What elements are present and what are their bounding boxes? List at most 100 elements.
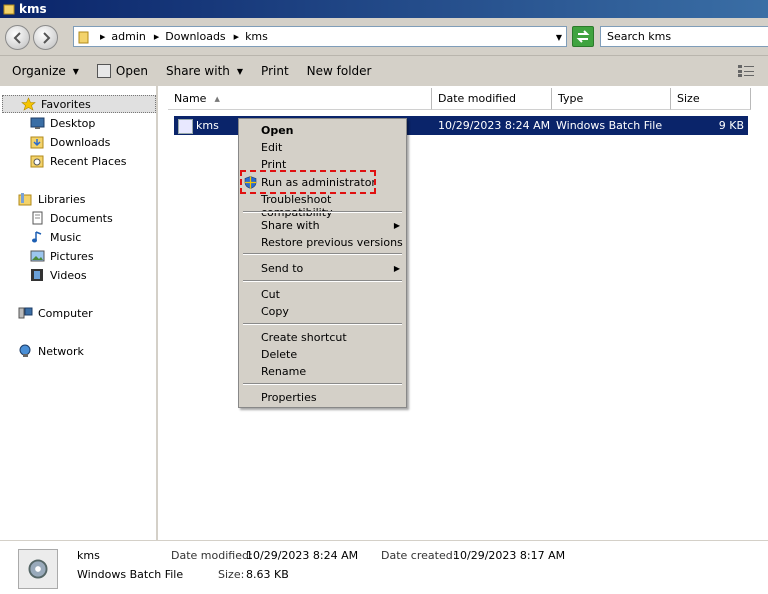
forward-button[interactable] xyxy=(33,25,58,50)
menu-label: Open xyxy=(261,124,294,137)
menu-label: Delete xyxy=(261,348,298,361)
menu-item-rename[interactable]: Rename xyxy=(261,365,306,378)
documents-icon xyxy=(32,211,43,225)
file-type: Windows Batch File xyxy=(556,119,663,132)
menu-label: Properties xyxy=(261,391,317,404)
star-icon xyxy=(21,97,36,111)
menu-label: Restore previous versions xyxy=(261,236,403,249)
nav-label: Pictures xyxy=(50,249,94,263)
search-input[interactable]: Search kms xyxy=(600,26,768,47)
file-size: 9 KB xyxy=(718,119,744,132)
details-date-modified-label: Date modified: xyxy=(171,549,253,562)
refresh-button[interactable] xyxy=(572,26,594,47)
breadcrumb-label: Downloads xyxy=(165,30,226,43)
menu-label: Edit xyxy=(261,141,283,154)
organize-button[interactable]: Organize ▼ xyxy=(12,64,79,78)
window-title: kms xyxy=(19,2,47,16)
menu-item-copy[interactable]: Copy xyxy=(261,305,289,318)
new-folder-button[interactable]: New folder xyxy=(307,64,372,78)
submenu-arrow-icon: ▶ xyxy=(393,221,400,230)
menu-separator xyxy=(243,253,402,255)
nav-computer[interactable]: Computer xyxy=(18,306,93,320)
breadcrumb-label: admin xyxy=(111,30,146,43)
details-size: 8.63 KB xyxy=(246,568,289,581)
nav-label: Favorites xyxy=(41,97,91,111)
nav-favorites[interactable]: Favorites xyxy=(2,95,156,113)
breadcrumb-kms[interactable]: ▶ kms xyxy=(234,30,268,43)
refresh-icon xyxy=(576,30,590,43)
nav-pictures[interactable]: Pictures xyxy=(30,249,94,263)
submenu-arrow-icon: ▶ xyxy=(393,264,400,273)
nav-recent-places[interactable]: Recent Places xyxy=(30,154,127,168)
column-label: Size xyxy=(677,92,700,105)
nav-label: Music xyxy=(50,230,82,244)
music-icon xyxy=(32,231,42,243)
column-header-size[interactable]: Size xyxy=(671,88,751,110)
command-bar: Organize ▼ Open Share with ▼ Print New fol… xyxy=(0,56,768,86)
menu-label: Cut xyxy=(261,288,280,301)
column-header-name[interactable]: Name ▲ xyxy=(168,88,432,110)
chevron-right-icon: ▶ xyxy=(100,32,106,41)
nav-network[interactable]: Network xyxy=(18,344,84,358)
menu-item-open[interactable]: Open xyxy=(261,124,294,137)
folder-icon xyxy=(78,31,89,43)
open-label: Open xyxy=(115,64,148,78)
details-file-type: Windows Batch File xyxy=(77,568,184,581)
forward-arrow-icon xyxy=(43,32,51,44)
nav-label: Desktop xyxy=(50,116,96,130)
details-date-created-label: Date created: xyxy=(381,549,457,562)
nav-label: Computer xyxy=(38,306,93,320)
menu-item-send-to[interactable]: Send to xyxy=(261,262,303,275)
breadcrumb-admin[interactable]: ▶ admin xyxy=(100,30,146,43)
breadcrumb-downloads[interactable]: ▶ Downloads xyxy=(154,30,226,43)
menu-label: Troubleshoot compatibility xyxy=(261,193,333,219)
nav-desktop[interactable]: Desktop xyxy=(30,116,95,130)
back-button[interactable] xyxy=(5,25,30,50)
print-label: Print xyxy=(261,64,289,78)
nav-label: Documents xyxy=(50,211,113,225)
column-header-type[interactable]: Type xyxy=(552,88,671,110)
nav-music[interactable]: Music xyxy=(30,230,81,244)
view-options-icon[interactable] xyxy=(738,65,754,77)
nav-label: Videos xyxy=(50,268,87,282)
nav-libraries[interactable]: Libraries xyxy=(18,192,86,206)
nav-videos[interactable]: Videos xyxy=(30,268,87,282)
chevron-down-icon[interactable]: ▼ xyxy=(556,33,562,42)
context-menu: Open Edit Print Run as administrator Tro… xyxy=(238,118,407,408)
videos-icon xyxy=(31,269,43,281)
nav-downloads[interactable]: Downloads xyxy=(30,135,110,149)
nav-label: Libraries xyxy=(38,192,86,206)
batch-file-gear-icon xyxy=(18,549,58,589)
address-bar[interactable]: ▶ admin ▶ Downloads ▶ kms ▼ xyxy=(73,26,567,47)
menu-item-troubleshoot-compatibility[interactable]: Troubleshoot compatibility xyxy=(261,193,406,219)
menu-item-cut[interactable]: Cut xyxy=(261,288,280,301)
menu-item-properties[interactable]: Properties xyxy=(261,391,317,404)
title-bar: kms xyxy=(0,0,768,18)
downloads-folder-icon xyxy=(30,136,44,149)
menu-item-create-shortcut[interactable]: Create shortcut xyxy=(261,331,347,344)
batch-file-icon xyxy=(178,119,193,134)
details-size-label: Size: xyxy=(218,568,245,581)
details-pane: kms Windows Batch File Date modified: 10… xyxy=(0,540,768,594)
column-header-date-modified[interactable]: Date modified xyxy=(432,88,552,110)
share-with-button[interactable]: Share with ▼ xyxy=(166,64,243,78)
menu-item-edit[interactable]: Edit xyxy=(261,141,282,154)
open-button[interactable]: Open xyxy=(96,64,148,78)
nav-label: Downloads xyxy=(50,135,111,149)
menu-label: Copy xyxy=(261,305,289,318)
menu-label: Send to xyxy=(261,262,304,275)
print-button[interactable]: Print xyxy=(261,64,289,78)
nav-documents[interactable]: Documents xyxy=(30,211,113,225)
share-with-label: Share with xyxy=(165,64,230,78)
file-name: kms xyxy=(196,119,219,132)
menu-item-share-with[interactable]: Share with xyxy=(261,219,401,232)
details-file-name: kms xyxy=(77,549,100,562)
file-date-modified: 10/29/2023 8:24 AM xyxy=(438,119,551,132)
organize-label: Organize xyxy=(12,64,66,78)
menu-item-restore-previous-versions[interactable]: Restore previous versions xyxy=(261,236,403,249)
computer-icon xyxy=(18,307,33,319)
chevron-down-icon: ▼ xyxy=(72,66,79,76)
menu-item-delete[interactable]: Delete xyxy=(261,348,297,361)
address-row: ▶ admin ▶ Downloads ▶ kms ▼ Search kms xyxy=(0,18,768,56)
column-label: Name xyxy=(174,92,207,105)
